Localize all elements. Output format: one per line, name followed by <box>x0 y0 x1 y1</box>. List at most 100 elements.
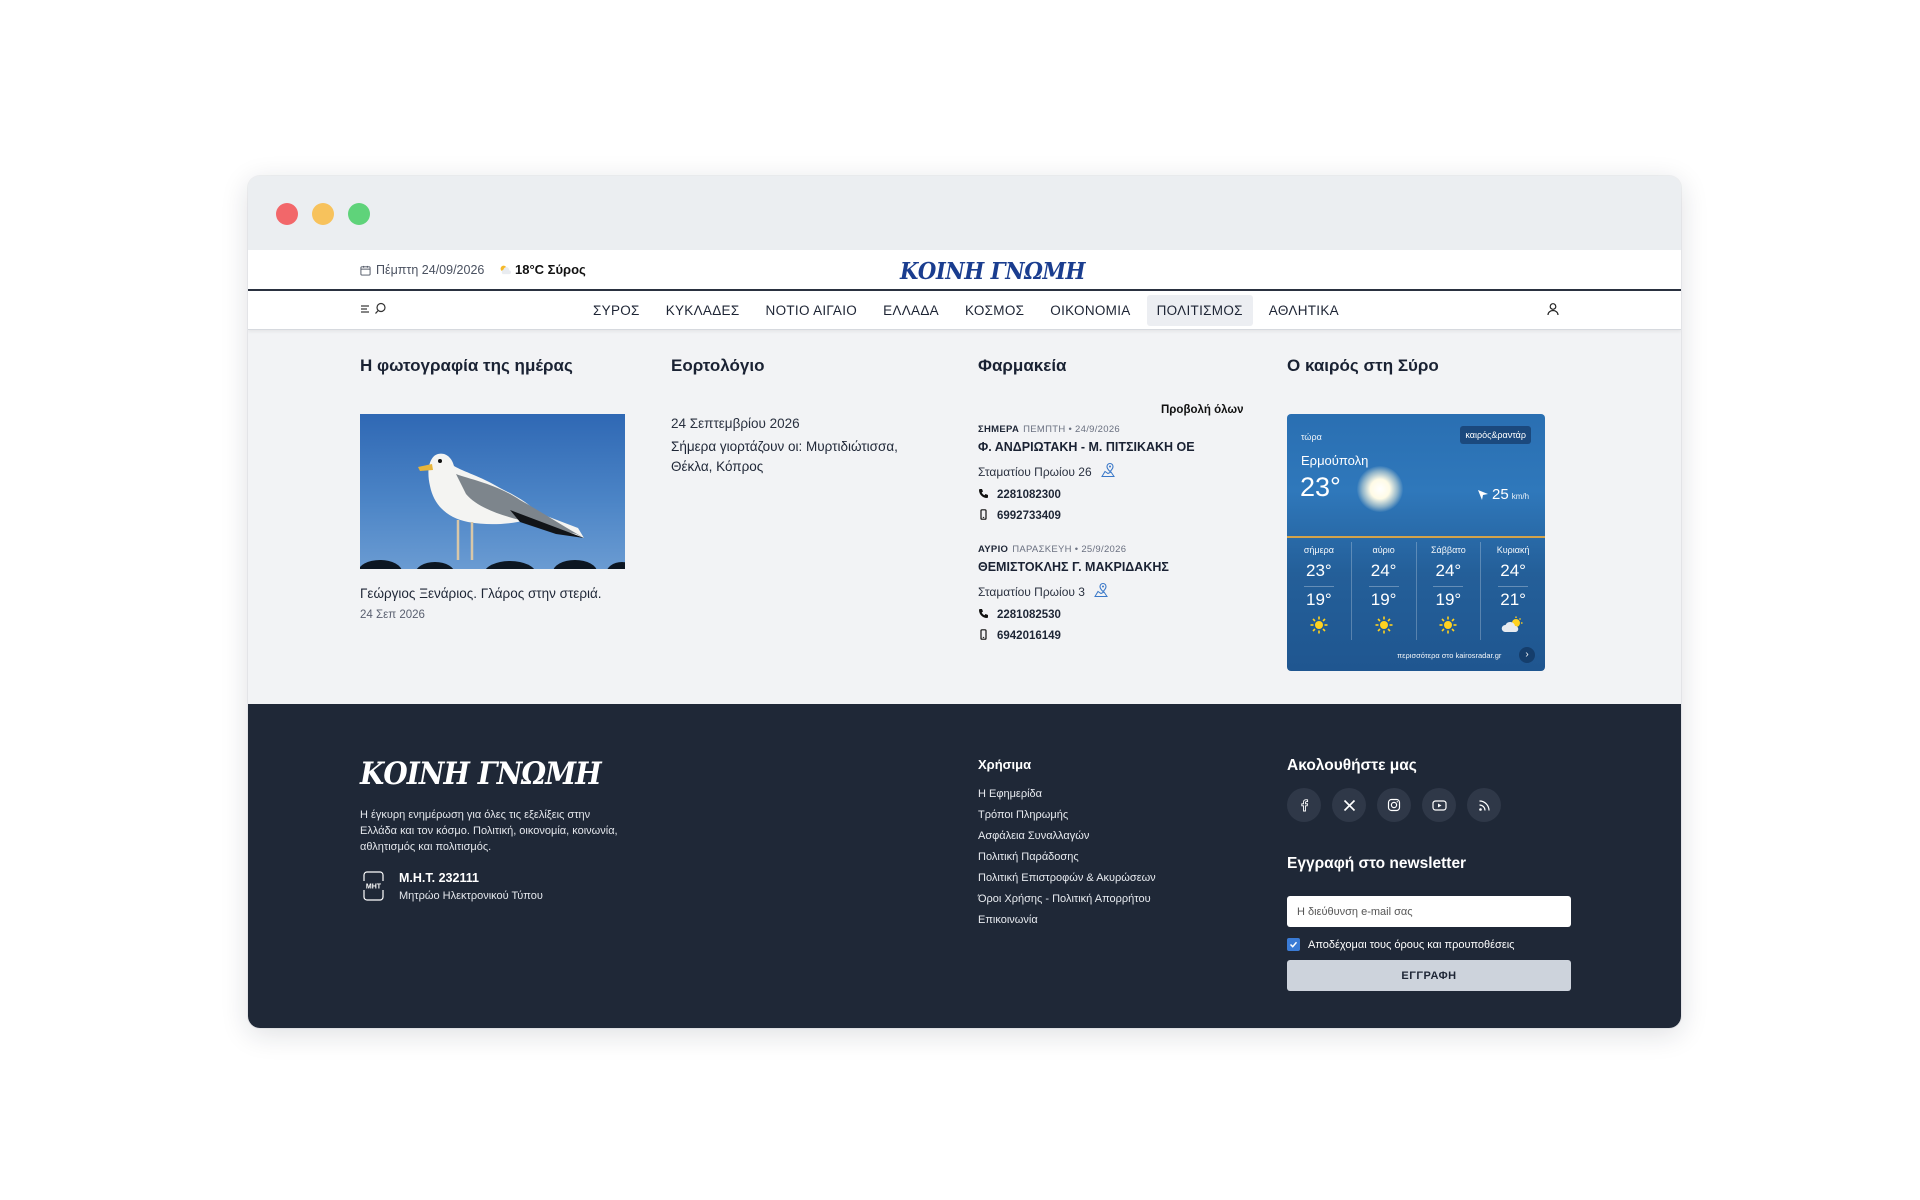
weather-now-label: τώρα <box>1301 432 1322 442</box>
social-links <box>1287 788 1501 822</box>
photo-of-day-widget: Η φωτογραφία της ημέρας Γεώργιος Ξενάριο… <box>360 330 625 690</box>
forecast-low: 19° <box>1435 590 1462 609</box>
newsletter-title: Εγγραφή στο newsletter <box>1287 855 1467 872</box>
phone-icon <box>978 608 989 622</box>
instagram-button[interactable] <box>1377 788 1411 822</box>
nav-item[interactable]: ΕΛΛΑΔΑ <box>873 295 949 326</box>
weather-current-temp: 23° <box>1300 472 1341 502</box>
forecast-day[interactable]: σήμερα 23° 19° <box>1287 542 1352 640</box>
sun-icon <box>1352 616 1416 634</box>
photo-widget-title: Η φωτογραφία της ημέρας <box>360 356 573 375</box>
nav-item[interactable]: ΝΟΤΙΟ ΑΙΓΑΙΟ <box>756 295 868 326</box>
pharmacy-name[interactable]: Φ. ΑΝΔΡΙΩΤΑΚΗ - Μ. ΠΙΤΣΙΚΑΚΗ ΟΕ <box>978 440 1243 454</box>
youtube-button[interactable] <box>1422 788 1456 822</box>
x-twitter-button[interactable] <box>1332 788 1366 822</box>
nav-item[interactable]: ΚΟΣΜΟΣ <box>955 295 1034 326</box>
footer-link[interactable]: Τρόποι Πληρωμής <box>978 809 1156 821</box>
facebook-icon <box>1301 799 1309 812</box>
forecast-separator <box>1303 586 1334 587</box>
minimize-window-button[interactable] <box>312 203 334 225</box>
forecast-high: 24° <box>1370 561 1397 580</box>
nav-item[interactable]: ΑΘΛΗΤΙΚΑ <box>1259 295 1349 326</box>
facebook-button[interactable] <box>1287 788 1321 822</box>
user-account-button[interactable] <box>1546 302 1560 321</box>
footer-link[interactable]: Όροι Χρήσης - Πολιτική Απορρήτου <box>978 893 1156 905</box>
footer-link[interactable]: Επικοινωνία <box>978 914 1156 926</box>
forecast-high: 24° <box>1435 561 1462 580</box>
youtube-icon <box>1431 799 1447 811</box>
browser-window: Πέμπτη 24/09/2026 18°C Σύρος ΚΟΙΝΗ ΓΝΩΜΗ… <box>248 176 1681 1028</box>
social-section: Ακολουθήστε μας <box>1287 757 1501 822</box>
forecast-day-name: αύριο <box>1372 545 1395 555</box>
pharmacy-phone[interactable]: 2281082530 <box>978 608 1243 622</box>
forecast-low: 21° <box>1500 590 1526 609</box>
phone-number: 2281082530 <box>997 609 1061 621</box>
window-titlebar <box>248 176 1681 250</box>
sun-icon <box>1417 616 1481 634</box>
footer-link[interactable]: Ασφάλεια Συναλλαγών <box>978 830 1156 842</box>
forecast-day[interactable]: αύριο 24° 19° <box>1352 542 1417 640</box>
wind-unit: km/h <box>1511 492 1530 501</box>
pharmacy-day: ΣΗΜΕΡΑ ΠΕΜΠΤΗ • 24/9/2026 <box>978 424 1243 435</box>
maximize-window-button[interactable] <box>348 203 370 225</box>
footer-link[interactable]: Πολιτική Επιστροφών & Ακυρώσεων <box>978 872 1156 884</box>
widgets-section: Η φωτογραφία της ημέρας Γεώργιος Ξενάριο… <box>248 330 1681 704</box>
footer-link[interactable]: Πολιτική Παράδοσης <box>978 851 1156 863</box>
terms-checkbox-row[interactable]: Αποδέχομαι τους όρους και προυποθέσεις <box>1287 938 1514 951</box>
newsletter-submit-button[interactable]: ΕΓΓΡΑΦΗ <box>1287 960 1571 991</box>
seagull-illustration <box>360 453 625 569</box>
header-weather[interactable]: 18°C Σύρος <box>498 262 586 277</box>
pharmacy-mobile[interactable]: 6942016149 <box>978 629 1243 643</box>
mht-registry-name: Μητρώο Ηλεκτρονικού Τύπου <box>399 890 543 902</box>
rss-button[interactable] <box>1467 788 1501 822</box>
newsletter-email-input[interactable] <box>1287 896 1571 927</box>
main-navigation: ΣΥΡΟΣ ΚΥΚΛΑΔΕΣ ΝΟΤΙΟ ΑΙΓΑΙΟ ΕΛΛΑΔΑ ΚΟΣΜΟΣ ΟΙΚ… <box>248 291 1681 330</box>
pharmacy-date: ΠΑΡΑΣΚΕΥΗ • 25/9/2026 <box>1012 544 1127 555</box>
forecast-separator <box>1433 586 1464 587</box>
weather-title: Ο καιρός στη Σύρο <box>1287 356 1439 375</box>
forecast-day[interactable]: Σάββατο 24° 19° <box>1417 542 1482 640</box>
mht-number: Μ.Η.Τ. 232111 <box>399 871 479 885</box>
pharmacy-address-text: Σταματίου Πρωίου 3 <box>978 584 1085 599</box>
view-all-pharmacies-link[interactable]: Προβολή όλων <box>1161 404 1244 416</box>
photo-caption[interactable]: Γεώργιος Ξενάριος. Γλάρος στην στεριά. <box>360 586 602 601</box>
site-logo[interactable]: ΚΟΙΝΗ ΓΝΩΜΗ <box>900 258 1085 285</box>
pharmacy-name[interactable]: ΘΕΜΙΣΤΟΚΛΗΣ Γ. ΜΑΚΡΙΔΑΚΗΣ <box>978 560 1243 574</box>
weather-radar-badge[interactable]: καιρός&ραντάρ <box>1460 426 1531 444</box>
mht-icon-label: ΜΗΤ <box>366 884 382 891</box>
weather-more-link[interactable]: περισσότερα στο kairosradar.gr <box>1397 651 1501 660</box>
forecast-day[interactable]: Κυριακή 24° 21° <box>1481 542 1545 640</box>
footer-link[interactable]: Η Εφημερίδα <box>978 788 1156 800</box>
search-icon[interactable] <box>374 302 387 315</box>
nav-item[interactable]: ΠΟΛΙΤΙΣΜΟΣ <box>1146 295 1253 326</box>
menu-icon[interactable] <box>360 303 372 315</box>
useful-links: Χρήσιμα Η Εφημερίδα Τρόποι Πληρωμής Ασφάλε… <box>978 757 1156 935</box>
nav-item[interactable]: ΣΥΡΟΣ <box>583 295 650 326</box>
wind-speed: 25 <box>1492 486 1509 503</box>
phone-number: 2281082300 <box>997 489 1061 501</box>
terms-checkbox[interactable] <box>1287 938 1300 951</box>
forecast-day-name: Σάββατο <box>1430 545 1466 555</box>
pharmacy-address: Σταματίου Πρωίου 3 <box>978 582 1243 601</box>
pharmacies-title: Φαρμακεία <box>978 356 1067 375</box>
map-pin-icon[interactable] <box>1093 582 1109 601</box>
mobile-number: 6942016149 <box>997 630 1061 642</box>
wind-direction-icon <box>1478 489 1488 500</box>
pharmacy-mobile[interactable]: 6992733409 <box>978 509 1243 523</box>
footer-logo[interactable]: ΚΟΙΝΗ ΓΝΩΜΗ <box>360 756 602 792</box>
close-window-button[interactable] <box>276 203 298 225</box>
nav-item[interactable]: ΟΙΚΟΝΟΜΙΑ <box>1040 295 1140 326</box>
map-pin-icon[interactable] <box>1100 462 1116 481</box>
nav-item[interactable]: ΚΥΚΛΑΔΕΣ <box>656 295 750 326</box>
nav-tools <box>360 302 387 315</box>
user-icon <box>1547 303 1559 316</box>
weather-card[interactable]: τώρα καιρός&ραντάρ Ερμούπολη 23° 25 km/h… <box>1287 414 1545 671</box>
chevron-right-icon[interactable]: › <box>1519 647 1535 663</box>
phone-icon <box>978 488 989 502</box>
mobile-number: 6992733409 <box>997 510 1061 522</box>
pharmacies-widget: Φαρμακεία Προβολή όλων ΣΗΜΕΡΑ ΠΕΜΠΤΗ • 24… <box>978 330 1244 690</box>
date-text: Πέμπτη 24/09/2026 <box>376 263 485 277</box>
mht-registration: ΜΗΤ Μ.Η.Τ. 232111 Μητρώο Ηλεκτρονικού Τύ… <box>360 871 543 902</box>
pharmacy-phone[interactable]: 2281082300 <box>978 488 1243 502</box>
photo-of-day-image[interactable] <box>360 414 625 569</box>
